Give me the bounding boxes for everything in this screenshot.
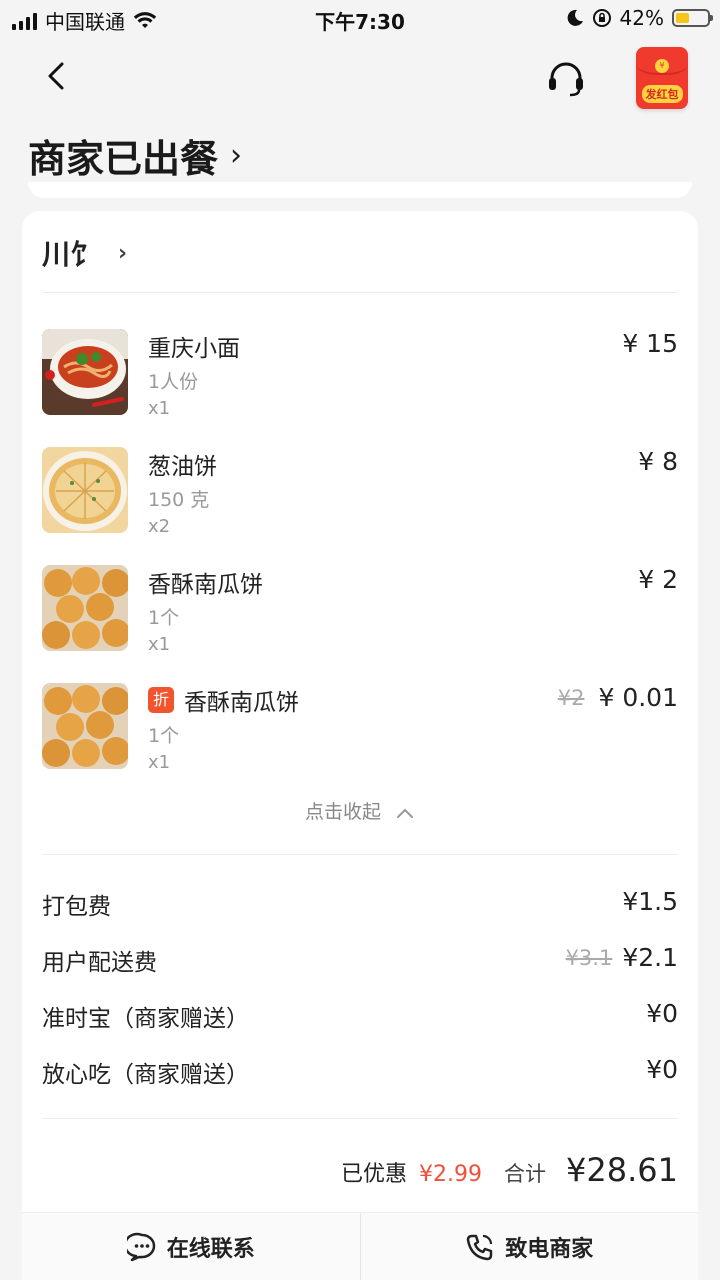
- status-card-edge: [28, 182, 692, 198]
- order-item: 香酥南瓜饼 1个 x1 ¥ 2: [42, 565, 678, 655]
- fee-row-delivery: 用户配送费 ¥3.1 ¥2.1: [42, 943, 678, 977]
- item-name-text: 香酥南瓜饼: [184, 690, 299, 716]
- total-label: 合计: [504, 1162, 547, 1186]
- fee-value: ¥0: [646, 999, 678, 1028]
- red-packet-label: 发红包: [641, 85, 683, 103]
- item-spec: 150 克: [148, 489, 210, 511]
- item-qty: x1: [148, 398, 171, 419]
- item-qty: x2: [148, 516, 171, 537]
- pumpkin-cake-image: [42, 565, 128, 651]
- rotation-lock-icon: [592, 9, 611, 27]
- order-item: 折 香酥南瓜饼 1个 x1 ¥2 ¥ 0.01: [42, 683, 678, 773]
- fee-amount: ¥0: [646, 1055, 678, 1084]
- shop-row[interactable]: 川饣 ›: [42, 233, 127, 273]
- moon-icon: [567, 9, 583, 26]
- original-fee: ¥3.1: [565, 945, 613, 970]
- item-price: ¥ 8: [638, 447, 678, 476]
- item-price: ¥2 ¥ 0.01: [558, 683, 678, 712]
- item-name-text: 葱油饼: [148, 454, 217, 480]
- online-contact-label: 在线联系: [166, 1236, 255, 1262]
- item-spec: 1个: [148, 725, 180, 747]
- item-name: 葱油饼: [148, 447, 217, 481]
- collapse-label: 点击收起: [304, 801, 381, 823]
- item-price-value: ¥ 0.01: [598, 683, 678, 712]
- collapse-button[interactable]: 点击收起: [22, 797, 698, 824]
- chat-bubble-icon: [126, 1232, 155, 1261]
- discount-value: ¥2.99: [419, 1162, 483, 1187]
- divider: [42, 854, 678, 855]
- customer-service-button[interactable]: [546, 60, 586, 98]
- battery-icon: [672, 9, 713, 27]
- chevron-up-icon: [397, 808, 414, 818]
- battery-percent: 42%: [619, 6, 664, 30]
- call-merchant-label: 致电商家: [505, 1236, 594, 1262]
- battery-level: [676, 13, 689, 23]
- online-contact-button[interactable]: 在线联系: [22, 1213, 360, 1280]
- order-status-title[interactable]: 商家已出餐 ›: [28, 128, 242, 183]
- item-price-value: ¥ 2: [638, 565, 678, 594]
- fee-label: 准时宝（商家赠送）: [42, 1006, 249, 1032]
- chevron-right-icon: ›: [118, 240, 128, 266]
- phone-icon: [466, 1234, 493, 1260]
- item-price-value: ¥ 8: [638, 447, 678, 476]
- total-row: 已优惠 ¥2.99 合计 ¥28.61: [341, 1151, 678, 1189]
- fee-label: 放心吃（商家赠送）: [42, 1062, 249, 1088]
- fee-amount: ¥0: [646, 999, 678, 1028]
- item-price: ¥ 15: [622, 329, 678, 358]
- fee-label: 打包费: [42, 894, 111, 920]
- red-packet-button[interactable]: ¥ 发红包: [636, 47, 688, 109]
- fee-value: ¥3.1 ¥2.1: [566, 943, 678, 972]
- fee-row-packaging: 打包费 ¥1.5: [42, 887, 678, 921]
- pumpkin-cake-image: [42, 683, 128, 769]
- item-spec: 1个: [148, 607, 180, 629]
- chevron-right-icon: ›: [230, 138, 243, 173]
- status-right: 42%: [566, 6, 713, 30]
- item-price: ¥ 2: [638, 565, 678, 594]
- discount-label: 已优惠: [341, 1162, 408, 1187]
- fee-value: ¥0: [646, 1055, 678, 1084]
- fee-label: 用户配送费: [42, 950, 157, 976]
- order-item: 重庆小面 1人份 x1 ¥ 15: [42, 329, 678, 419]
- back-arrow-icon: [48, 62, 64, 90]
- status-bar: 中国联通 下午7:30 42%: [0, 0, 720, 38]
- discount-tag: 折: [148, 687, 174, 713]
- item-name: 折 香酥南瓜饼: [148, 683, 299, 717]
- order-status-text: 商家已出餐: [28, 137, 219, 181]
- item-name-text: 香酥南瓜饼: [148, 572, 263, 598]
- item-qty: x1: [148, 752, 171, 773]
- item-qty: x1: [148, 634, 171, 655]
- original-price: ¥2: [557, 685, 585, 710]
- shop-name: 川饣: [42, 238, 99, 271]
- item-name: 重庆小面: [148, 329, 240, 363]
- fee-row-food-safety: 放心吃（商家赠送） ¥0: [42, 1055, 678, 1089]
- scallion-pancake-image: [42, 447, 128, 533]
- fee-amount: ¥1.5: [622, 887, 678, 916]
- item-name-text: 重庆小面: [148, 336, 240, 362]
- total-value: ¥28.61: [566, 1151, 678, 1189]
- fee-row-ontime-guarantee: 准时宝（商家赠送） ¥0: [42, 999, 678, 1033]
- coin-icon: ¥: [655, 59, 669, 73]
- divider: [42, 1118, 678, 1119]
- call-merchant-button[interactable]: 致电商家: [361, 1213, 699, 1280]
- order-card: 川饣 › 重庆小面 1人份 x1 ¥ 15 葱油饼 150 克 x2 ¥ 8 香…: [22, 211, 698, 1280]
- order-item: 葱油饼 150 克 x2 ¥ 8: [42, 447, 678, 537]
- bottom-action-bar: 在线联系 致电商家: [22, 1212, 698, 1280]
- item-spec: 1人份: [148, 371, 199, 393]
- divider: [42, 292, 678, 293]
- back-button[interactable]: [38, 56, 78, 96]
- item-name: 香酥南瓜饼: [148, 565, 263, 599]
- fee-amount: ¥2.1: [622, 943, 678, 972]
- headset-icon: [549, 62, 583, 97]
- fee-value: ¥1.5: [622, 887, 678, 916]
- noodle-image: [42, 329, 128, 415]
- item-price-value: ¥ 15: [622, 329, 678, 358]
